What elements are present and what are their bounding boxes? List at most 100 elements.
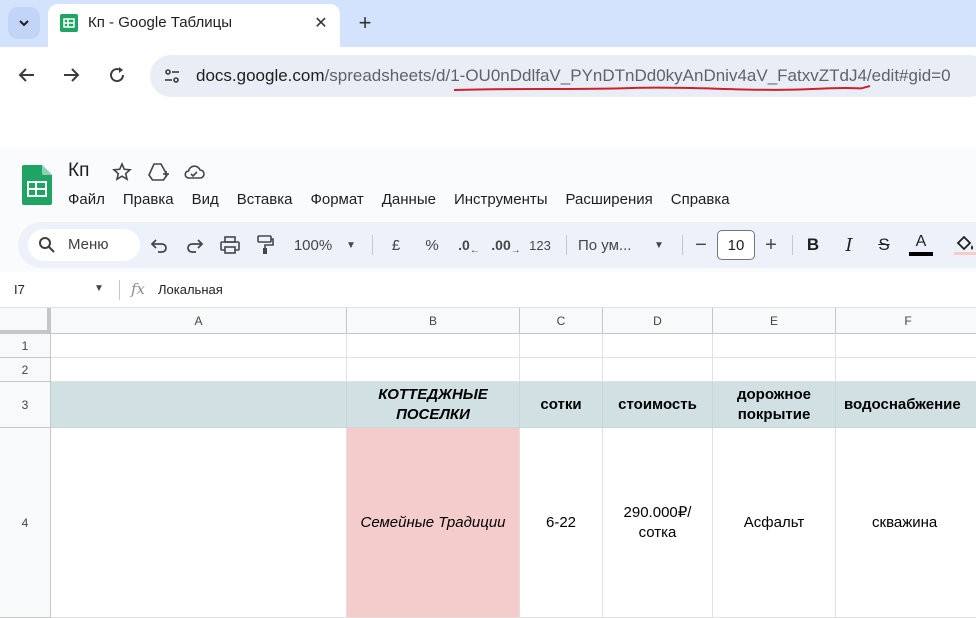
- cell-a2[interactable]: [51, 358, 347, 382]
- google-sheets-logo-icon[interactable]: [22, 165, 52, 205]
- increase-decimal-button[interactable]: .00 →: [490, 230, 522, 260]
- cell-f4[interactable]: скважина: [836, 428, 976, 618]
- fill-color-icon[interactable]: [952, 230, 976, 260]
- cell-c2[interactable]: [520, 358, 603, 382]
- cell-f1[interactable]: [836, 334, 976, 358]
- bold-button[interactable]: B: [802, 230, 824, 260]
- new-tab-button[interactable]: +: [350, 8, 380, 38]
- cell-c1[interactable]: [520, 334, 603, 358]
- font-size-increase-button[interactable]: +: [760, 230, 782, 260]
- column-header-a[interactable]: A: [51, 308, 347, 334]
- close-tab-icon[interactable]: ✕: [310, 12, 332, 34]
- back-arrow-icon[interactable]: [12, 60, 42, 90]
- column-header-e[interactable]: E: [713, 308, 836, 334]
- spreadsheet-grid: A B C D E F 1 2 3 4 КОТТЕДЖНЫЕ ПОСЕЛКИ с…: [0, 308, 976, 618]
- menu-tools[interactable]: Инструменты: [454, 191, 557, 208]
- document-title[interactable]: Кп: [68, 160, 89, 182]
- fx-icon: fx: [131, 280, 146, 298]
- font-chevron-down-icon[interactable]: ▼: [652, 230, 666, 260]
- formula-input[interactable]: Локальная: [158, 282, 223, 297]
- sheets-header: Кп Файл Правка Вид Вставка Формат Данные…: [0, 148, 976, 218]
- browser-toolbar: docs.google.com/spreadsheets/d/1-OU0nDdl…: [0, 47, 976, 105]
- cell-a4[interactable]: [51, 428, 347, 618]
- tab-title: Кп - Google Таблицы: [88, 14, 232, 31]
- strikethrough-button[interactable]: S: [873, 230, 895, 260]
- cell-e1[interactable]: [713, 334, 836, 358]
- undo-icon[interactable]: [146, 230, 172, 260]
- url-text: docs.google.com/spreadsheets/d/1-OU0nDdl…: [196, 66, 951, 85]
- cell-e4[interactable]: Асфальт: [713, 428, 836, 618]
- cell-b4[interactable]: Семейные Традиции: [347, 428, 520, 618]
- text-color-button[interactable]: A: [907, 230, 935, 260]
- row-header-2[interactable]: 2: [0, 358, 51, 382]
- column-header-f[interactable]: F: [836, 308, 976, 334]
- row-header-3[interactable]: 3: [0, 382, 51, 428]
- name-box[interactable]: I7: [14, 282, 25, 297]
- cell-d1[interactable]: [603, 334, 713, 358]
- row-header-1[interactable]: 1: [0, 334, 51, 358]
- arrow-left-icon: ←: [469, 244, 480, 256]
- column-header-c[interactable]: C: [520, 308, 603, 334]
- browser-tab-strip: Кп - Google Таблицы ✕ +: [0, 0, 976, 47]
- zoom-chevron-down-icon[interactable]: ▼: [344, 230, 358, 260]
- cell-b1[interactable]: [347, 334, 520, 358]
- decrease-decimal-label: .0: [458, 237, 470, 253]
- cell-b2[interactable]: [347, 358, 520, 382]
- menu-extensions[interactable]: Расширения: [566, 191, 662, 208]
- text-color-swatch: [909, 252, 933, 256]
- cell-c4[interactable]: 6-22: [520, 428, 603, 618]
- menu-help[interactable]: Справка: [671, 191, 739, 208]
- select-all-corner[interactable]: [0, 308, 51, 334]
- font-size-input[interactable]: 10: [717, 230, 755, 260]
- menu-search-label: Меню: [68, 236, 109, 253]
- cell-e2[interactable]: [713, 358, 836, 382]
- menu-view[interactable]: Вид: [192, 191, 228, 208]
- toolbar-divider: [792, 235, 793, 255]
- move-to-drive-icon[interactable]: [147, 161, 169, 183]
- font-family-select[interactable]: По ум...: [578, 230, 644, 260]
- menu-data[interactable]: Данные: [382, 191, 445, 208]
- cell-e3[interactable]: дорожное покрытие: [713, 382, 836, 428]
- browser-tab[interactable]: Кп - Google Таблицы ✕: [48, 4, 340, 47]
- font-size-decrease-button[interactable]: −: [690, 230, 712, 260]
- increase-decimal-label: .00: [491, 237, 511, 253]
- cell-f2[interactable]: [836, 358, 976, 382]
- column-header-d[interactable]: D: [603, 308, 713, 334]
- paint-format-icon[interactable]: [252, 230, 278, 260]
- redo-icon[interactable]: [182, 230, 208, 260]
- cell-b3[interactable]: КОТТЕДЖНЫЕ ПОСЕЛКИ: [347, 382, 520, 428]
- italic-button[interactable]: I: [838, 230, 860, 260]
- site-info-icon[interactable]: [160, 64, 184, 88]
- print-icon[interactable]: [216, 230, 244, 260]
- tab-search-button[interactable]: [8, 7, 40, 39]
- reload-icon[interactable]: [102, 60, 132, 90]
- cell-d3[interactable]: стоимость: [603, 382, 713, 428]
- cell-a3[interactable]: [51, 382, 347, 428]
- cell-d4[interactable]: 290.000₽/ сотка: [603, 428, 713, 618]
- menu-insert[interactable]: Вставка: [237, 191, 302, 208]
- cell-c3[interactable]: сотки: [520, 382, 603, 428]
- decrease-decimal-button[interactable]: .0 ←: [454, 230, 484, 260]
- number-format-button[interactable]: 123: [526, 230, 554, 260]
- cell-a1[interactable]: [51, 334, 347, 358]
- cell-f3[interactable]: водоснабжение: [836, 382, 976, 428]
- currency-format-button[interactable]: £: [384, 230, 408, 260]
- cell-d2[interactable]: [603, 358, 713, 382]
- column-header-b[interactable]: B: [347, 308, 520, 334]
- chevron-down-icon: [19, 20, 29, 27]
- name-box-chevron-down-icon[interactable]: ▼: [94, 283, 104, 294]
- text-color-label: A: [915, 233, 927, 250]
- sheets-favicon-icon: [60, 14, 78, 32]
- percent-format-button[interactable]: %: [420, 230, 444, 260]
- menu-file[interactable]: Файл: [68, 191, 114, 208]
- menu-edit[interactable]: Правка: [123, 191, 183, 208]
- search-icon: [39, 237, 55, 253]
- menu-format[interactable]: Формат: [310, 191, 372, 208]
- red-underline-annotation: [453, 85, 871, 91]
- row-header-4[interactable]: 4: [0, 428, 51, 618]
- cloud-saved-icon[interactable]: [183, 161, 205, 183]
- star-icon[interactable]: [111, 161, 133, 183]
- forward-arrow-icon[interactable]: [56, 60, 86, 90]
- menu-search-button[interactable]: Меню: [28, 229, 140, 261]
- zoom-select[interactable]: 100%: [288, 230, 338, 260]
